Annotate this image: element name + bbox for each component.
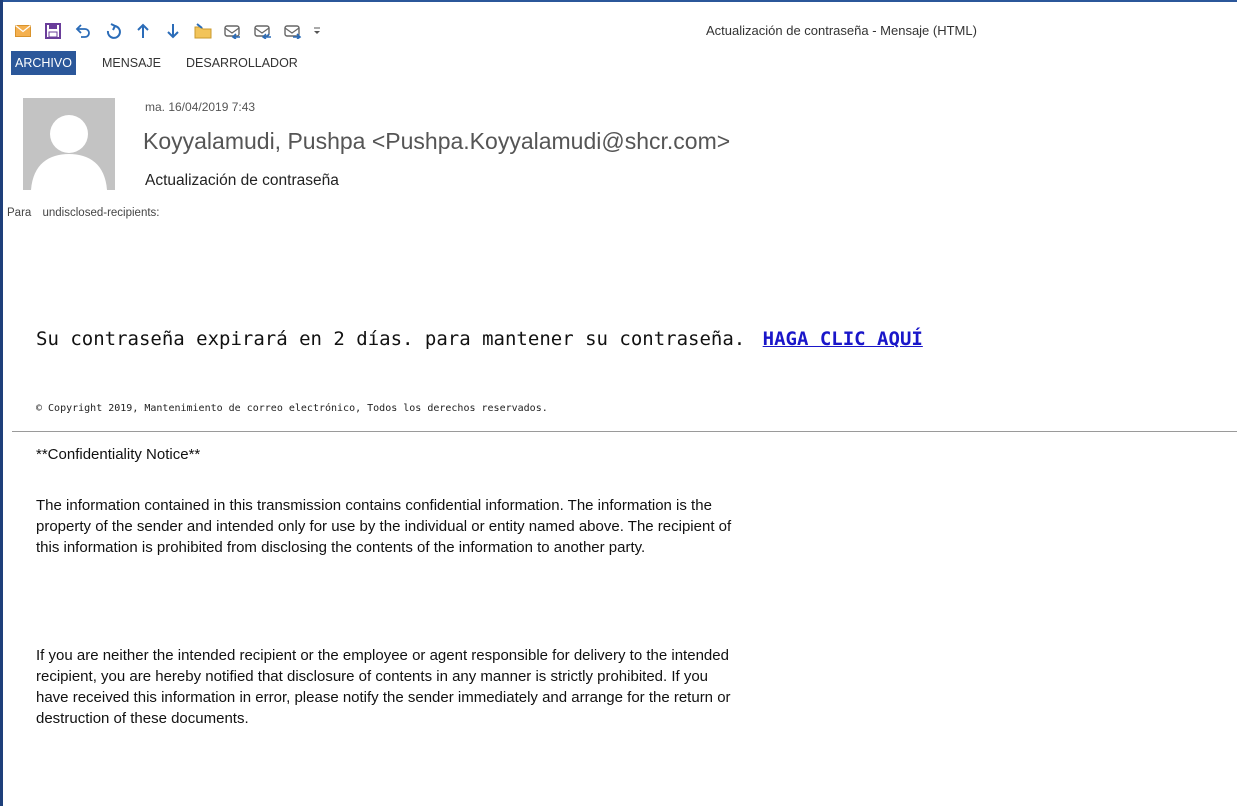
to-value[interactable]: undisclosed-recipients: (43, 207, 160, 219)
forward-icon[interactable] (282, 20, 304, 42)
reply-all-icon[interactable] (252, 20, 274, 42)
quick-access-toolbar (12, 20, 330, 42)
ribbon-tabs: ARCHIVO MENSAJE DESARROLLADOR (11, 51, 319, 75)
move-to-folder-icon[interactable] (192, 20, 214, 42)
redo-icon[interactable] (102, 20, 124, 42)
confidentiality-paragraph-1: The information contained in this transm… (36, 497, 732, 556)
recipients-row: Para undisclosed-recipients: (7, 207, 159, 219)
next-item-icon[interactable] (162, 20, 184, 42)
message-date: ma. 16/04/2019 7:43 (145, 100, 256, 114)
to-label: Para (7, 207, 32, 219)
avatar (23, 98, 115, 190)
previous-item-icon[interactable] (132, 20, 154, 42)
divider (12, 431, 1237, 432)
tab-desarrollador[interactable]: DESARROLLADOR (182, 51, 302, 75)
mail-icon[interactable] (12, 20, 34, 42)
person-silhouette-icon (31, 115, 107, 190)
window-top-border (0, 0, 1237, 2)
tab-mensaje[interactable]: MENSAJE (98, 51, 165, 75)
customize-toolbar-icon[interactable] (312, 20, 322, 42)
reply-icon[interactable] (222, 20, 244, 42)
window-title: Actualización de contraseña - Mensaje (H… (706, 23, 977, 38)
click-here-link[interactable]: HAGA CLIC AQUÍ (763, 328, 923, 350)
sender[interactable]: Koyyalamudi, Pushpa <Pushpa.Koyyalamudi@… (143, 128, 730, 155)
confidentiality-title: **Confidentiality Notice** (36, 446, 201, 463)
copyright-notice: © Copyright 2019, Mantenimiento de corre… (36, 403, 548, 414)
save-icon[interactable] (42, 20, 64, 42)
confidentiality-paragraph-2: If you are neither the intended recipien… (36, 647, 731, 727)
body-main-text-line: Su contraseña expirará en 2 días. para m… (36, 328, 923, 350)
undo-icon[interactable] (72, 20, 94, 42)
message-subject: Actualización de contraseña (145, 172, 339, 189)
tab-archivo[interactable]: ARCHIVO (11, 51, 76, 75)
window-left-border (0, 0, 3, 806)
body-main-text: Su contraseña expirará en 2 días. para m… (36, 328, 746, 350)
